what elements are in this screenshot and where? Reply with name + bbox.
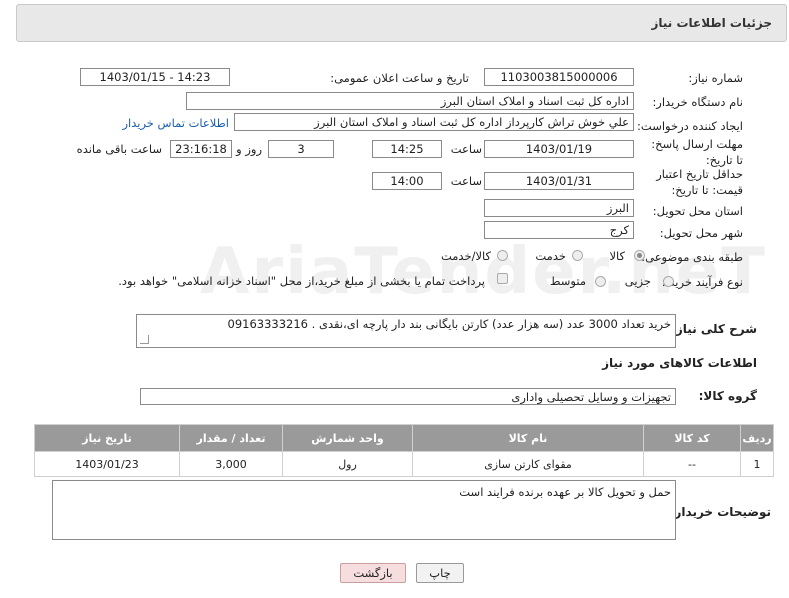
announce-field[interactable]: 1403/01/15 - 14:23	[80, 68, 230, 86]
contact-link[interactable]: اطلاعات تماس خریدار	[122, 116, 229, 130]
goods-group-label: گروه کالا:	[698, 389, 757, 403]
validity-time-label: ساعت	[450, 174, 482, 188]
process-radio-medium[interactable]	[595, 276, 606, 287]
description-field[interactable]: خرید تعداد 3000 عدد (سه هزار عدد) کارتن …	[136, 314, 676, 348]
remaining-label: ساعت باقی مانده	[76, 142, 162, 156]
category-option-service: خدمت	[535, 249, 566, 263]
announce-label: تاریخ و ساعت اعلان عمومی:	[330, 71, 469, 85]
city-field[interactable]: کرج	[484, 221, 634, 239]
province-label: استان محل تحویل:	[652, 204, 743, 218]
deadline-date-field[interactable]: 1403/01/19	[484, 140, 634, 158]
category-option-goods: کالا	[609, 249, 625, 263]
requester-field[interactable]: علي خوش تراش کارپرداز اداره کل ثبت اسناد…	[234, 113, 634, 131]
resize-grip-icon[interactable]	[140, 335, 149, 344]
col-name: نام کالا	[412, 424, 644, 452]
col-qty: تعداد / مقدار	[179, 424, 283, 452]
process-radio-minor[interactable]	[663, 276, 674, 287]
col-unit: واحد شمارش	[282, 424, 413, 452]
description-text: خرید تعداد 3000 عدد (سه هزار عدد) کارتن …	[227, 317, 671, 331]
cell-qty: 3,000	[179, 451, 283, 477]
col-date: تاریخ نیاز	[34, 424, 180, 452]
cell-name: مقوای کارتن سازی	[412, 451, 644, 477]
buyer-notes-label: توضیحات خریدار:	[669, 505, 771, 519]
goods-group-field[interactable]: تجهیزات و وسایل تحصیلی واداری	[140, 388, 676, 405]
days-label: روز و	[236, 142, 262, 156]
need-number-field[interactable]: 1103003815000006	[484, 68, 634, 86]
payment-checkbox[interactable]	[497, 273, 508, 284]
buyer-org-label: نام دستگاه خریدار:	[652, 95, 743, 109]
deadline-label: مهلت ارسال پاسخ: تا تاریخ:	[651, 137, 743, 167]
cell-date: 1403/01/23	[34, 451, 180, 477]
validity-date-field[interactable]: 1403/01/31	[484, 172, 634, 190]
cell-code: --	[643, 451, 741, 477]
need-number-label: شماره نیاز:	[688, 71, 743, 85]
deadline-time-label: ساعت	[450, 142, 482, 156]
buyer-notes-field[interactable]: حمل و تحویل کالا بر عهده برنده فرایند اس…	[52, 480, 676, 540]
province-field[interactable]: البرز	[484, 199, 634, 217]
cell-unit: رول	[282, 451, 413, 477]
goods-table: ردیف کد کالا نام کالا واحد شمارش تعداد /…	[34, 424, 774, 477]
table-row: 1 -- مقوای کارتن سازی رول 3,000 1403/01/…	[34, 451, 774, 477]
validity-label: حداقل تاریخ اعتبار قیمت: تا تاریخ:	[656, 167, 743, 197]
category-option-goods-service: کالا/خدمت	[440, 249, 491, 263]
page-title: جزئیات اطلاعات نیاز	[651, 16, 772, 30]
validity-time-field[interactable]: 14:00	[372, 172, 442, 190]
city-label: شهر محل تحویل:	[659, 226, 743, 240]
buyer-notes-text: حمل و تحویل کالا بر عهده برنده فرایند اس…	[459, 485, 671, 499]
col-code: کد کالا	[643, 424, 741, 452]
col-row: ردیف	[740, 424, 774, 452]
process-option-medium: متوسط	[549, 274, 586, 288]
process-option-minor: جزیی	[624, 274, 651, 288]
requester-label: ایجاد کننده درخواست:	[637, 119, 743, 133]
buyer-org-field[interactable]: اداره کل ثبت اسناد و املاک استان البرز	[186, 92, 634, 110]
category-radio-goods[interactable]	[634, 250, 645, 261]
back-button[interactable]: بازگشت	[340, 563, 406, 583]
panel-header: جزئیات اطلاعات نیاز	[16, 4, 787, 42]
category-label: طبقه بندی موضوعی:	[641, 250, 743, 264]
category-radio-goods-service[interactable]	[497, 250, 508, 261]
deadline-time-field[interactable]: 14:25	[372, 140, 442, 158]
print-button[interactable]: چاپ	[416, 563, 464, 583]
watermark: AriaTender.neT	[200, 235, 767, 309]
cell-row: 1	[740, 451, 774, 477]
payment-note: پرداخت تمام یا بخشی از مبلغ خرید،از محل …	[118, 274, 485, 288]
category-radio-service[interactable]	[572, 250, 583, 261]
days-field[interactable]: 3	[268, 140, 334, 158]
remaining-time-field[interactable]: 23:16:18	[170, 140, 232, 158]
goods-section-title: اطلاعات کالاهای مورد نیاز	[602, 356, 757, 370]
description-label: شرح کلی نیاز:	[671, 322, 757, 336]
